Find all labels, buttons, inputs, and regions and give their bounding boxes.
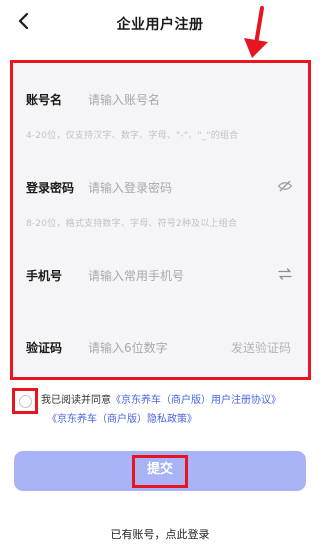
login-link[interactable]: 已有账号，点此登录: [0, 526, 320, 542]
swap-arrows-icon[interactable]: [277, 266, 293, 286]
phone-row[interactable]: 手机号 请输入常用手机号: [16, 247, 305, 303]
account-input[interactable]: 请输入账号名: [88, 91, 305, 108]
annotation-arrow-icon: [244, 6, 268, 58]
phone-label: 手机号: [26, 268, 63, 283]
agreement-line-1: 我已阅读并同意《京东养车（商户版）用户注册协议》: [41, 391, 281, 411]
eye-off-icon[interactable]: [277, 178, 293, 198]
send-code-button[interactable]: 发送验证码: [231, 339, 291, 356]
code-row[interactable]: 验证码 请输入6位数字 发送验证码: [16, 319, 305, 375]
account-row[interactable]: 账号名 请输入账号名: [16, 71, 305, 127]
agreement-checkbox[interactable]: [12, 388, 38, 414]
code-label: 验证码: [26, 340, 63, 355]
user-agreement-link[interactable]: 《京东养车（商户版）用户注册协议》: [111, 395, 281, 406]
password-row[interactable]: 登录密码 请输入登录密码: [16, 159, 305, 215]
password-label: 登录密码: [26, 180, 75, 195]
agreement-line-2: 《京东养车（商户版）隐私政策》: [47, 410, 197, 430]
password-hint: 8-20位，格式支持数字、字母、符号2种及以上组合: [26, 219, 238, 229]
phone-input[interactable]: 请输入常用手机号: [88, 267, 305, 284]
account-label: 账号名: [26, 92, 63, 107]
submit-annotation-box: [132, 455, 188, 488]
password-input[interactable]: 请输入登录密码: [88, 179, 305, 196]
account-hint: 4-20位，仅支持汉字、数字、字母、"-"、"_"的组合: [26, 131, 239, 141]
privacy-policy-link[interactable]: 《京东养车（商户版）隐私政策》: [47, 414, 197, 425]
agreement-prefix: 我已阅读并同意: [41, 395, 111, 406]
radio-circle-icon: [19, 395, 32, 408]
registration-form: 账号名 请输入账号名 4-20位，仅支持汉字、数字、字母、"-"、"_"的组合 …: [10, 60, 311, 380]
